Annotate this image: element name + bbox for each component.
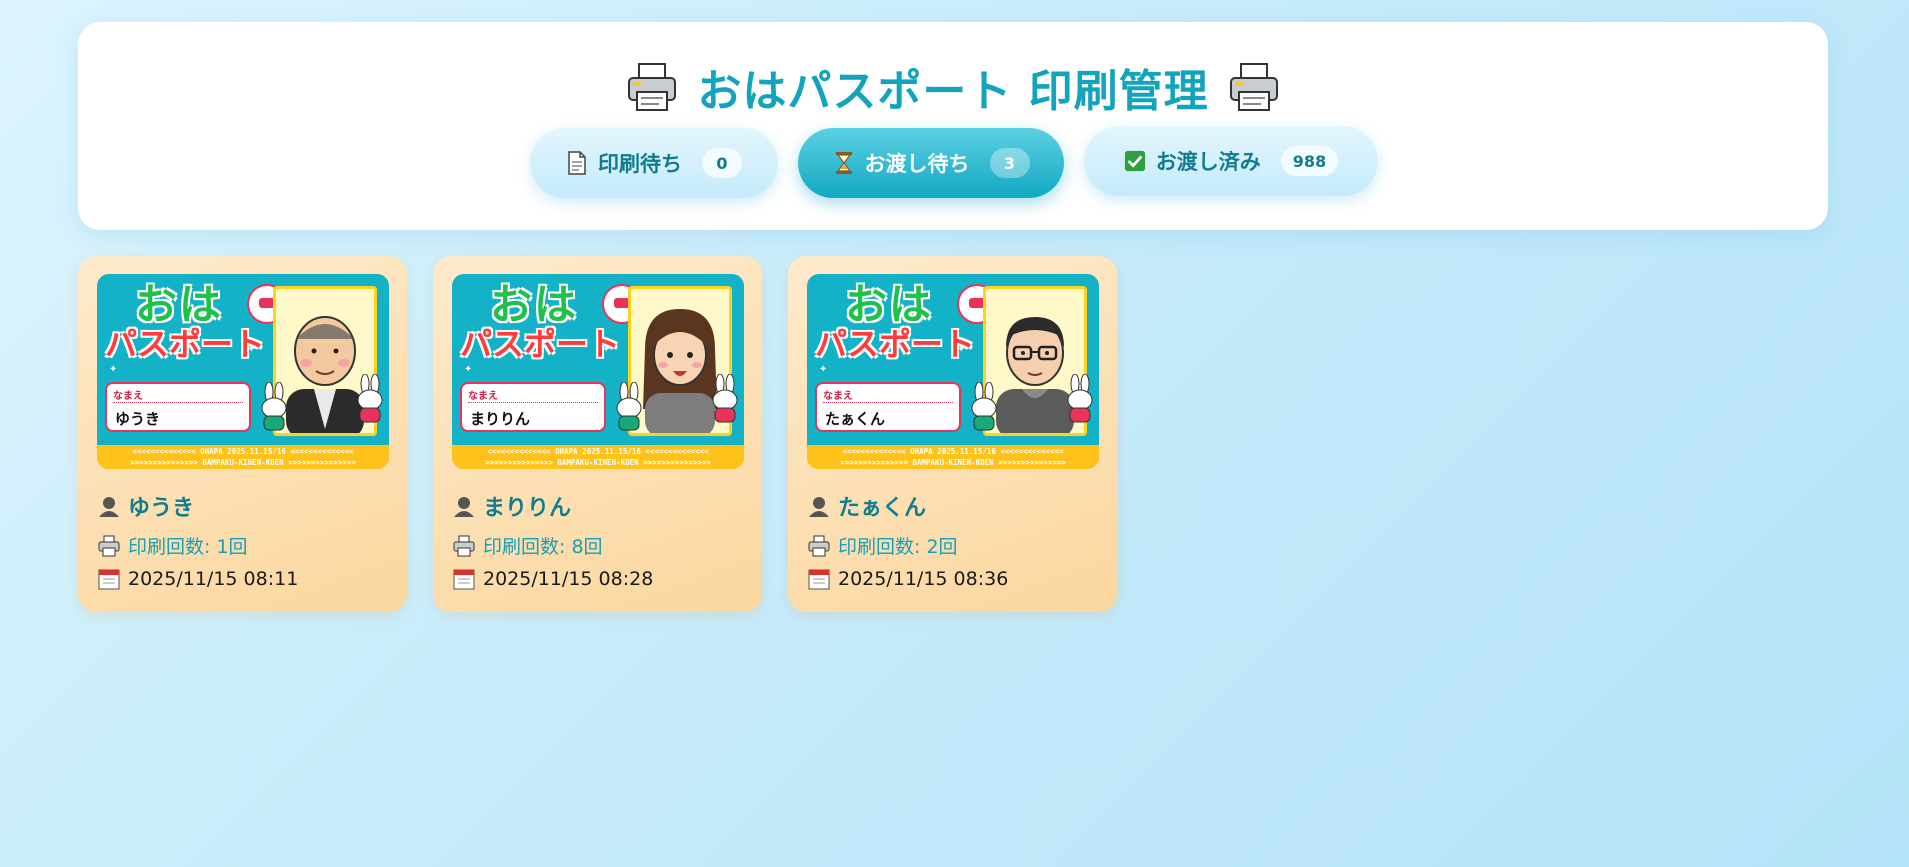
rabbit-icon: [261, 382, 287, 431]
printer-icon: [808, 535, 830, 556]
passport-name-box: なまえ まりりん: [460, 382, 606, 432]
hourglass-icon: [835, 152, 852, 174]
count-badge: 988: [1280, 146, 1339, 176]
title-row: おはパスポート 印刷管理: [78, 52, 1828, 122]
created-date: 2025/11/15 08:36: [838, 568, 1009, 590]
card-name-row: たぁくん: [808, 490, 926, 522]
rabbit-icon: [357, 374, 383, 423]
passport-name: たぁくん: [825, 410, 886, 428]
tab-hand-over-waiting[interactable]: お渡し待ち 3: [798, 128, 1064, 198]
user-name: たぁくん: [838, 496, 927, 521]
tab-print-waiting[interactable]: 印刷待ち 0: [530, 128, 778, 198]
created-date: 2025/11/15 08:28: [483, 568, 654, 590]
checkmark-icon: [1124, 150, 1145, 172]
passport-logo: おは パスポート: [460, 280, 621, 363]
passport-logo: おは パスポート: [105, 280, 266, 363]
print-count: 印刷回数: 2回: [838, 536, 958, 558]
rabbit-icon: [1067, 374, 1093, 423]
count-badge: 0: [702, 148, 742, 178]
header-panel: おはパスポート 印刷管理 印刷待ち 0 お渡し待ち 3 お渡し済み 988: [78, 22, 1828, 230]
calendar-icon: [98, 569, 120, 590]
passport-image[interactable]: ✦ ✦ おは パスポート なまえ まりりん <<<<<<<<<<<<<< OHA…: [452, 274, 744, 469]
person-icon: [454, 497, 474, 517]
passport-strip: <<<<<<<<<<<<<< OHAPA 2025.11.15/16 <<<<<…: [97, 445, 389, 469]
card-date-row: 2025/11/15 08:36: [808, 568, 1008, 590]
card-count-row: 印刷回数: 1回: [98, 532, 248, 559]
passport-image[interactable]: ✦ ✦ おは パスポート なまえ ゆうき <<<<<<<<<<<<<< OHAP…: [97, 274, 389, 469]
document-icon: [568, 151, 586, 175]
print-count: 印刷回数: 1回: [128, 536, 248, 558]
user-card[interactable]: ✦ ✦ おは パスポート なまえ ゆうき <<<<<<<<<<<<<< OHAP…: [78, 256, 407, 612]
user-name: まりりん: [483, 496, 572, 521]
card-list: ✦ ✦ おは パスポート なまえ ゆうき <<<<<<<<<<<<<< OHAP…: [78, 256, 1117, 612]
card-date-row: 2025/11/15 08:28: [453, 568, 653, 590]
tab-label: 印刷待ち: [598, 152, 682, 176]
page-title: おはパスポート 印刷管理: [697, 66, 1209, 117]
passport-logo: おは パスポート: [815, 280, 976, 363]
rabbit-icon: [712, 374, 738, 423]
printer-icon: [98, 535, 120, 556]
passport-strip: <<<<<<<<<<<<<< OHAPA 2025.11.15/16 <<<<<…: [452, 445, 744, 469]
card-name-row: ゆうき: [98, 490, 194, 522]
person-icon: [99, 497, 119, 517]
rabbit-icon: [616, 382, 642, 431]
calendar-icon: [453, 569, 475, 590]
tab-label: お渡し済み: [1155, 150, 1261, 174]
count-badge: 3: [989, 148, 1030, 178]
passport-name-box: なまえ たぁくん: [815, 382, 961, 432]
passport-image[interactable]: ✦ ✦ おは パスポート なまえ たぁくん <<<<<<<<<<<<<< OHA…: [807, 274, 1099, 469]
printer-icon: [628, 63, 677, 111]
passport-name: まりりん: [470, 410, 531, 428]
user-card[interactable]: ✦ ✦ おは パスポート なまえ まりりん <<<<<<<<<<<<<< OHA…: [433, 256, 762, 612]
card-date-row: 2025/11/15 08:11: [98, 568, 298, 590]
card-count-row: 印刷回数: 2回: [808, 532, 958, 559]
tab-label: お渡し待ち: [864, 152, 970, 176]
calendar-icon: [808, 569, 830, 590]
person-icon: [809, 497, 829, 517]
passport-name-box: なまえ ゆうき: [105, 382, 251, 432]
rabbit-icon: [971, 382, 997, 431]
tab-handed-over[interactable]: お渡し済み 988: [1084, 126, 1378, 196]
user-name: ゆうき: [128, 496, 195, 521]
printer-icon: [453, 535, 475, 556]
user-card[interactable]: ✦ ✦ おは パスポート なまえ たぁくん <<<<<<<<<<<<<< OHA…: [788, 256, 1117, 612]
status-tabs: 印刷待ち 0 お渡し待ち 3 お渡し済み 988: [530, 126, 1378, 198]
card-count-row: 印刷回数: 8回: [453, 532, 603, 559]
printer-icon: [1229, 63, 1278, 111]
print-count: 印刷回数: 8回: [483, 536, 603, 558]
passport-name: ゆうき: [115, 410, 161, 428]
created-date: 2025/11/15 08:11: [128, 568, 299, 590]
card-name-row: まりりん: [453, 490, 571, 522]
passport-strip: <<<<<<<<<<<<<< OHAPA 2025.11.15/16 <<<<<…: [807, 445, 1099, 469]
